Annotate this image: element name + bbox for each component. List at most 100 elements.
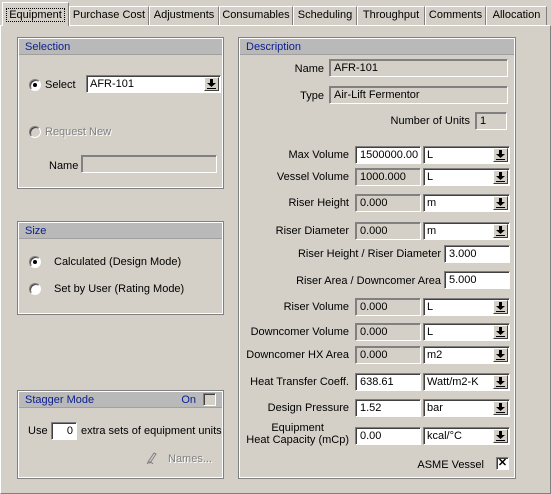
heat-capacity-label: Equipment Heat Capacity (mCp) <box>246 422 349 446</box>
stagger-group: Stagger Mode On Use 0 extra sets of equi… <box>17 390 224 479</box>
tab-consumables[interactable]: Consumables <box>219 6 293 25</box>
vessel-volume-unit: L <box>427 171 434 183</box>
heat-transfer-coeff-unit: Watt/m2-K <box>427 376 479 388</box>
riser-volume-unit: L <box>427 301 434 313</box>
downcomer-hx-area-field[interactable]: 0.000 <box>355 346 421 364</box>
vessel-volume-unit-dropdown[interactable]: L <box>423 168 510 186</box>
riser-volume-unit-dropdown[interactable]: L <box>423 298 510 316</box>
riser-diameter-label: Riser Diameter <box>275 225 349 237</box>
request-new-label: Request New <box>45 126 112 138</box>
description-group: Description Name AFR-101 Type Air-Lift F… <box>238 37 516 479</box>
max-volume-label: Max Volume <box>288 149 349 161</box>
design-pressure-unit-dropdown[interactable]: bar <box>423 399 510 417</box>
dropdown-arrow-icon[interactable] <box>493 300 508 314</box>
dropdown-arrow-icon[interactable] <box>493 148 508 162</box>
stagger-on-checkbox[interactable] <box>203 393 216 406</box>
area-ratio-field[interactable]: 5.000 <box>444 271 510 289</box>
dropdown-arrow-icon[interactable] <box>493 196 508 210</box>
selection-group: Selection Select AFR-101 Request New Nam… <box>17 37 224 189</box>
calculated-label: Calculated (Design Mode) <box>54 256 182 268</box>
tab-comments[interactable]: Comments <box>425 6 486 25</box>
design-pressure-field[interactable]: 1.52 <box>355 399 421 417</box>
height-diameter-ratio-label: Riser Height / Riser Diameter <box>297 248 441 260</box>
asme-vessel-label: ASME Vessel <box>417 459 484 471</box>
vessel-volume-label: Vessel Volume <box>276 171 349 183</box>
max-volume-unit: L <box>427 149 434 161</box>
riser-height-unit-dropdown[interactable]: m <box>423 194 510 212</box>
desc-name-label: Name <box>294 63 324 75</box>
description-header: Description <box>240 39 514 55</box>
name-field[interactable] <box>81 155 217 173</box>
size-header: Size <box>19 223 222 239</box>
heat-capacity-unit-dropdown[interactable]: kcal/°C <box>423 427 510 445</box>
number-of-units-field[interactable]: 1 <box>475 112 507 130</box>
tab-purchase-cost[interactable]: Purchase Cost <box>69 6 149 25</box>
area-ratio-label: Riser Area / Downcomer Area <box>296 275 441 287</box>
stagger-on-label: On <box>181 394 196 406</box>
heat-transfer-coeff-field[interactable]: 638.61 <box>355 373 421 391</box>
dropdown-arrow-icon[interactable] <box>493 348 508 362</box>
tab-equipment[interactable]: Equipment <box>2 2 69 26</box>
downcomer-volume-unit-dropdown[interactable]: L <box>423 323 510 341</box>
tab-bar: Equipment Purchase Cost Adjustments Cons… <box>0 0 551 26</box>
riser-diameter-unit-dropdown[interactable]: m <box>423 222 510 240</box>
max-volume-field[interactable]: 1500000.00 <box>355 146 421 164</box>
downcomer-volume-field[interactable]: 0.000 <box>355 323 421 341</box>
select-equipment-dropdown[interactable]: AFR-101 <box>86 75 221 93</box>
riser-volume-field[interactable]: 0.000 <box>355 298 421 316</box>
size-group: Size Calculated (Design Mode) Set by Use… <box>17 221 224 315</box>
heat-capacity-field[interactable]: 0.00 <box>355 427 421 445</box>
riser-volume-label: Riser Volume <box>283 301 349 313</box>
max-volume-unit-dropdown[interactable]: L <box>423 146 510 164</box>
heat-transfer-coeff-label: Heat Transfer Coeff. <box>250 376 349 388</box>
desc-type-label: Type <box>300 90 324 102</box>
extra-sets-field[interactable]: 0 <box>51 422 77 440</box>
design-pressure-unit: bar <box>427 402 443 414</box>
downcomer-hx-area-unit: m2 <box>427 349 443 361</box>
tab-equipment-label: Equipment <box>6 8 65 22</box>
downcomer-hx-area-label: Downcomer HX Area <box>246 349 349 361</box>
selection-header: Selection <box>19 39 222 55</box>
downcomer-volume-label: Downcomer Volume <box>250 326 349 338</box>
number-of-units-label: Number of Units <box>390 115 470 127</box>
tab-throughput[interactable]: Throughput <box>357 6 425 25</box>
desc-type-field[interactable]: Air-Lift Fermentor <box>329 86 508 104</box>
dropdown-arrow-icon[interactable] <box>493 429 508 443</box>
downcomer-hx-area-unit-dropdown[interactable]: m2 <box>423 346 510 364</box>
select-equipment-value: AFR-101 <box>90 78 135 90</box>
desc-name-field[interactable]: AFR-101 <box>329 59 508 77</box>
riser-height-unit: m <box>427 197 437 209</box>
downcomer-volume-unit: L <box>427 326 434 338</box>
height-diameter-ratio-field[interactable]: 3.000 <box>444 245 510 263</box>
dropdown-arrow-icon[interactable] <box>493 224 508 238</box>
riser-diameter-unit: m <box>427 225 437 237</box>
set-by-user-radio[interactable] <box>29 283 41 295</box>
pen-icon <box>146 452 157 465</box>
dropdown-arrow-icon[interactable] <box>493 401 508 415</box>
tab-adjustments[interactable]: Adjustments <box>149 6 219 25</box>
names-button[interactable]: Names... <box>168 453 212 465</box>
asme-vessel-checkbox[interactable]: ✕ <box>496 457 509 470</box>
tab-scheduling[interactable]: Scheduling <box>293 6 357 25</box>
stagger-header: Stagger Mode On <box>19 392 222 408</box>
dropdown-arrow-icon[interactable] <box>493 170 508 184</box>
dropdown-arrow-icon[interactable] <box>493 375 508 389</box>
select-label: Select <box>45 79 76 91</box>
use-label: Use <box>28 425 48 437</box>
dropdown-arrow-icon[interactable] <box>493 325 508 339</box>
heat-transfer-coeff-unit-dropdown[interactable]: Watt/m2-K <box>423 373 510 391</box>
riser-diameter-field[interactable]: 0.000 <box>355 222 421 240</box>
design-pressure-label: Design Pressure <box>267 402 349 414</box>
name-label: Name <box>49 160 79 172</box>
dropdown-arrow-icon[interactable] <box>204 77 219 91</box>
select-radio[interactable] <box>29 79 41 91</box>
request-new-radio[interactable] <box>29 126 41 138</box>
set-by-user-label: Set by User (Rating Mode) <box>54 283 185 295</box>
calculated-radio[interactable] <box>29 256 41 268</box>
vessel-volume-field[interactable]: 1000.000 <box>355 168 421 186</box>
tab-allocation[interactable]: Allocation <box>486 6 547 25</box>
riser-height-label: Riser Height <box>288 197 349 209</box>
stagger-mode-label: Stagger Mode <box>25 394 95 406</box>
riser-height-field[interactable]: 0.000 <box>355 194 421 212</box>
heat-capacity-unit: kcal/°C <box>427 430 462 442</box>
